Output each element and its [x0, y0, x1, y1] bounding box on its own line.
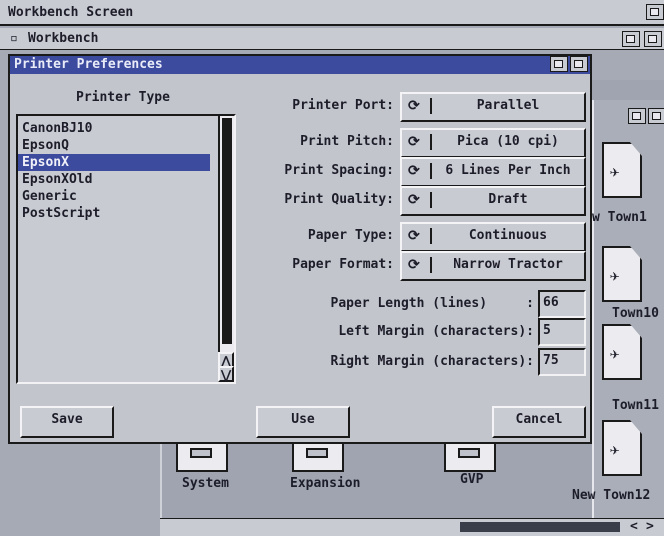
left-margin-label: Left Margin (characters): [338, 324, 534, 339]
save-button[interactable]: Save [20, 406, 114, 438]
town10-icon[interactable]: ✈ Town10 [602, 246, 659, 321]
left-margin-field[interactable]: 5 [538, 318, 586, 346]
cancel-button[interactable]: Cancel [492, 406, 586, 438]
zoom-gadget[interactable] [622, 31, 640, 47]
print-quality-cycle[interactable]: ⟳ Draft [400, 186, 586, 216]
town-window: ✈ w Town1 ✈ Town10 ✈ Town11 ✈ New Town12 [572, 100, 664, 530]
printer-port-label: Printer Port: [292, 98, 394, 113]
list-scroll-knob[interactable] [222, 118, 232, 344]
right-margin-value: 75 [543, 353, 559, 368]
dialog-depth-gadget[interactable] [570, 56, 588, 72]
print-pitch-value: Pica (10 cpi) [457, 134, 559, 149]
left-margin-value: 5 [543, 323, 551, 338]
cycle-icon: ⟳ [408, 228, 420, 244]
print-quality-label: Print Quality: [284, 192, 394, 207]
paper-type-value: Continuous [468, 228, 548, 243]
list-item-selected[interactable]: EpsonX [18, 154, 210, 171]
scroll-right-arrow-icon[interactable]: > [646, 519, 654, 534]
list-item[interactable]: EpsonQ [18, 137, 210, 154]
close-gadget-icon[interactable]: ▫ [10, 31, 18, 46]
town1-icon[interactable]: ✈ w Town1 [592, 142, 647, 225]
screen-depth-gadget[interactable] [646, 4, 664, 20]
scroll-down-arrow-icon[interactable]: ⋁ [218, 366, 234, 382]
town-glyph-icon: ✈ [610, 162, 620, 181]
paper-type-label: Paper Type: [307, 228, 394, 243]
right-margin-label: Right Margin (characters): [330, 354, 535, 369]
paper-format-value: Narrow Tractor [453, 257, 563, 272]
document-icon [602, 420, 642, 476]
dialog-title: Printer Preferences [14, 57, 163, 72]
list-item[interactable]: Generic [18, 188, 210, 205]
town-glyph-icon: ✈ [610, 440, 620, 459]
document-icon [602, 246, 642, 302]
town12-icon[interactable]: ✈ New Town12 [572, 420, 650, 503]
paper-length-value: 66 [543, 295, 559, 310]
print-quality-value: Draft [488, 192, 528, 207]
screen-title-bar[interactable]: Workbench Screen [0, 0, 664, 26]
town10-label: Town10 [612, 306, 659, 321]
workbench-title: Workbench [28, 31, 99, 46]
town1-label: w Town1 [592, 210, 647, 225]
depth-gadget[interactable] [644, 31, 662, 47]
right-margin-field[interactable]: 75 [538, 348, 586, 376]
icon-label-expansion: Expansion [290, 476, 361, 491]
town-window-zoom-gadget[interactable] [628, 108, 646, 124]
horizontal-scrollbar[interactable]: < > [160, 518, 664, 536]
town11-label: Town11 [612, 398, 659, 413]
cycle-icon: ⟳ [408, 192, 420, 208]
print-pitch-label: Print Pitch: [300, 134, 394, 149]
town-glyph-icon: ✈ [610, 266, 620, 285]
paper-length-field[interactable]: 66 [538, 290, 586, 318]
workbench-window-title-bar[interactable]: ▫ Workbench [0, 28, 664, 50]
icon-label-system: System [182, 476, 229, 491]
cycle-icon: ⟳ [408, 134, 420, 150]
town12-label: New Town12 [572, 488, 651, 503]
print-spacing-value: 6 Lines Per Inch [445, 163, 571, 178]
printer-preferences-window: Printer Preferences Printer Type CanonBJ… [8, 54, 592, 444]
cycle-icon: ⟳ [408, 98, 420, 114]
printer-port-value: Parallel [476, 98, 540, 113]
paper-format-label: Paper Format: [292, 257, 394, 272]
screen-title: Workbench Screen [8, 5, 134, 20]
list-item[interactable]: CanonBJ10 [18, 120, 210, 137]
printer-type-list[interactable]: CanonBJ10 EpsonQ EpsonX EpsonXOld Generi… [16, 114, 236, 384]
town11-icon[interactable]: ✈ Town11 [602, 324, 659, 413]
print-pitch-cycle[interactable]: ⟳ Pica (10 cpi) [400, 128, 586, 158]
paper-length-label: Paper Length (lines) : [330, 296, 535, 311]
document-icon [602, 324, 642, 380]
print-spacing-label: Print Spacing: [284, 163, 394, 178]
printer-port-cycle[interactable]: ⟳ Parallel [400, 92, 586, 122]
printer-type-heading: Printer Type [76, 90, 170, 105]
paper-type-cycle[interactable]: ⟳ Continuous [400, 222, 586, 252]
cycle-icon: ⟳ [408, 257, 420, 273]
list-scrollbar[interactable] [218, 116, 234, 352]
list-item[interactable]: EpsonXOld [18, 171, 210, 188]
dialog-zoom-gadget[interactable] [550, 56, 568, 72]
scrollbar-knob[interactable] [460, 522, 620, 532]
town-window-depth-gadget[interactable] [648, 108, 664, 124]
list-item[interactable]: PostScript [18, 205, 210, 222]
dialog-title-bar[interactable]: Printer Preferences [10, 56, 590, 74]
document-icon [602, 142, 642, 198]
cycle-icon: ⟳ [408, 163, 420, 179]
paper-format-cycle[interactable]: ⟳ Narrow Tractor [400, 251, 586, 281]
use-button[interactable]: Use [256, 406, 350, 438]
town-glyph-icon: ✈ [610, 344, 620, 363]
print-spacing-cycle[interactable]: ⟳ 6 Lines Per Inch [400, 157, 586, 187]
scroll-left-arrow-icon[interactable]: < [630, 519, 638, 534]
icon-label-gvp: GVP [460, 472, 484, 487]
